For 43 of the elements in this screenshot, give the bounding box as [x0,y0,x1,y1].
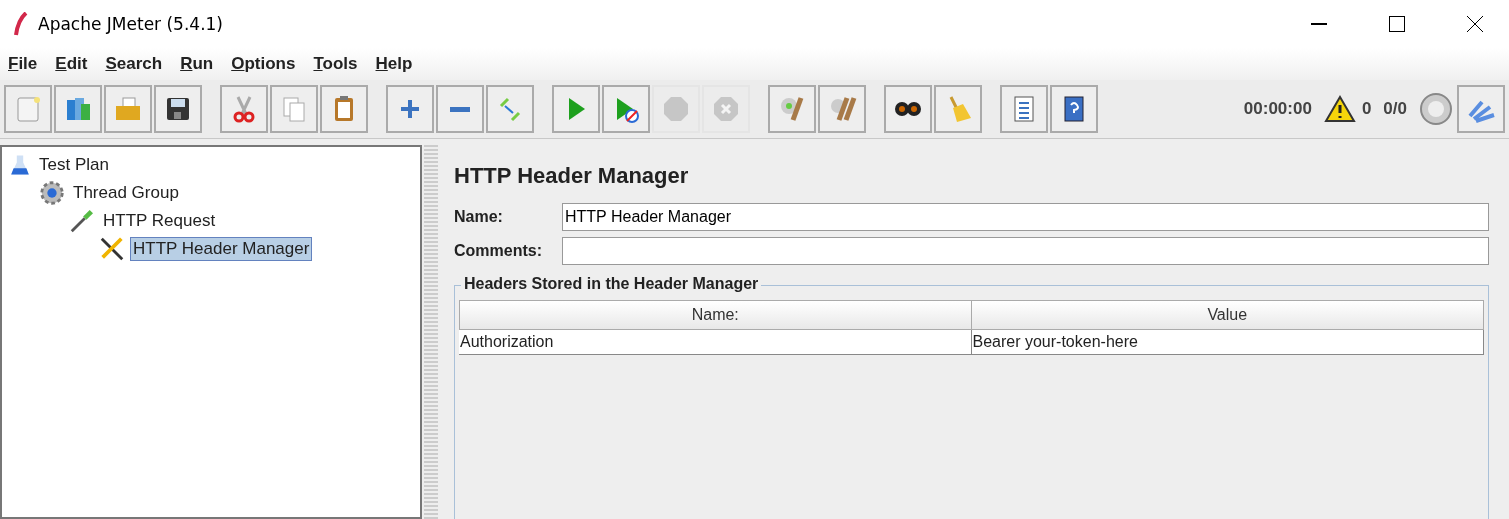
group-title: Headers Stored in the Header Manager [461,275,762,293]
name-label: Name: [454,208,504,226]
feather-icon [14,12,28,36]
stop-sign-icon [661,94,691,124]
column-header[interactable]: Value [971,300,1484,330]
thread-count: 0/0 [1383,99,1407,119]
table-cell: Bearer your-token-here [971,330,1484,355]
wrench-screwdriver-icon [98,235,126,263]
menu-item[interactable]: Options [231,54,296,74]
window-title: Apache JMeter (5.4.1) [38,14,224,34]
toolbar-button[interactable] [1050,85,1098,133]
binoculars-icon [893,101,923,117]
warning-icon [1323,95,1356,123]
menu-item[interactable]: Search [105,54,163,74]
column-header[interactable]: Name: [459,300,972,330]
menu-item[interactable]: Run [180,54,214,74]
maximize-icon[interactable] [1389,16,1405,32]
comments-field[interactable] [562,237,1489,265]
tree-item[interactable]: HTTP Header Manager [130,237,313,261]
menu-item[interactable]: Help [375,54,413,74]
tree-item[interactable]: Test Plan [36,153,112,177]
pipette-icon [68,207,96,235]
log-viewer-button[interactable] [1457,85,1505,133]
comments-label: Comments: [454,242,543,260]
minus-icon [450,106,470,112]
gear-icon [38,179,66,207]
menu-item[interactable]: Edit [55,54,88,74]
panel-title: HTTP Header Manager [454,163,690,189]
menu-item[interactable]: File [8,54,38,74]
close-icon[interactable] [1467,16,1483,32]
flask-icon [8,153,32,177]
menu-item[interactable]: Tools [313,54,358,74]
tree-item[interactable]: HTTP Request [100,209,219,233]
error-count: 0 [1361,99,1372,119]
toolbar-button[interactable] [154,85,202,133]
toolbar-button[interactable] [884,85,932,133]
x-octagon-icon [711,94,741,124]
elapsed-time: 00:00:00 [1243,99,1312,119]
thread-indicator-icon [1419,92,1453,126]
table-cell: Authorization [459,330,972,355]
tree-item[interactable]: Thread Group [70,181,182,205]
name-field[interactable]: HTTP Header Manager [562,203,1489,231]
splitter-handle[interactable] [424,145,438,519]
